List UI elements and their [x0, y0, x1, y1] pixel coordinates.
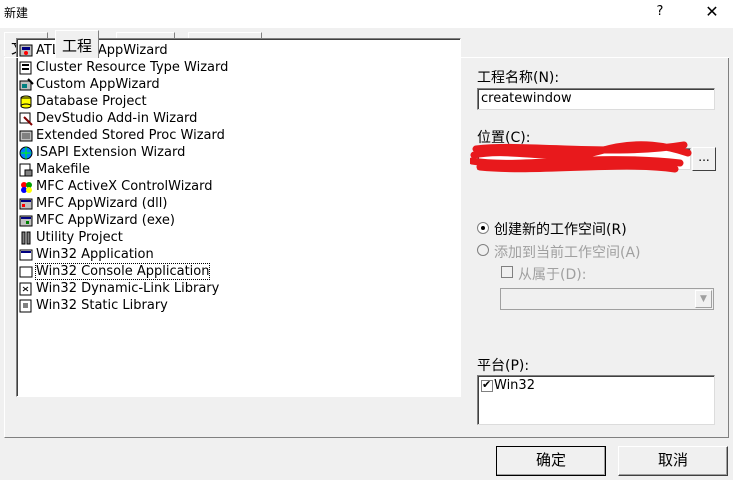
project-label: Database Project — [36, 94, 147, 109]
list-item[interactable]: Makefile — [17, 161, 460, 178]
help-button[interactable]: ? — [650, 2, 670, 22]
dependency-label: 从属于(D): — [518, 267, 587, 283]
platform-label: 平台(P): — [477, 358, 530, 374]
project-type-list[interactable]: ATL COM AppWizard Cluster Resource Type … — [16, 38, 461, 397]
project-label: Win32 Application — [36, 247, 154, 262]
cancel-button[interactable]: 取消 — [618, 446, 728, 476]
list-item[interactable]: ISAPI Extension Wizard — [17, 144, 460, 161]
isapi-icon — [19, 146, 34, 160]
cluster-icon — [19, 61, 34, 75]
project-label: MFC AppWizard (dll) — [36, 196, 168, 211]
win32-app-icon — [19, 248, 34, 262]
console-icon — [19, 265, 34, 279]
browse-location-button[interactable]: ... — [692, 147, 716, 171]
database-icon — [19, 95, 34, 109]
project-label: ISAPI Extension Wizard — [36, 145, 186, 160]
project-label: Makefile — [36, 162, 91, 177]
close-button[interactable]: ✕ — [700, 2, 724, 22]
project-label: Cluster Resource Type Wizard — [36, 60, 229, 75]
dependency-combo[interactable]: ▼ — [500, 288, 714, 310]
redaction-scribble — [470, 141, 692, 173]
list-item[interactable]: Cluster Resource Type Wizard — [17, 59, 460, 76]
list-item[interactable]: Extended Stored Proc Wizard — [17, 127, 460, 144]
tab-divider — [4, 57, 729, 58]
project-label: MFC AppWizard (exe) — [36, 213, 175, 228]
project-name-label: 工程名称(N): — [477, 70, 560, 86]
addin-icon — [19, 112, 34, 126]
create-new-workspace-radio[interactable] — [477, 222, 489, 234]
stored-proc-icon — [19, 129, 34, 143]
project-label: DevStudio Add-in Wizard — [36, 111, 198, 126]
platform-item-label: Win32 — [494, 378, 535, 393]
list-item[interactable]: MFC ActiveX ControlWizard — [17, 178, 460, 195]
project-label: Win32 Console Application — [34, 263, 211, 280]
atl-icon — [19, 44, 34, 58]
list-item[interactable]: MFC AppWizard (exe) — [17, 212, 460, 229]
list-item[interactable]: Utility Project — [17, 229, 460, 246]
list-item[interactable]: Win32 Application — [17, 246, 460, 263]
project-label: Win32 Static Library — [36, 298, 168, 313]
list-item[interactable]: Win32 Dynamic-Link Library — [17, 280, 460, 297]
project-label: Win32 Dynamic-Link Library — [36, 281, 220, 296]
project-label: MFC ActiveX ControlWizard — [36, 179, 213, 194]
tab-projects[interactable]: 工程 — [55, 30, 100, 58]
create-new-workspace-label: 创建新的工作空间(R) — [494, 222, 627, 238]
list-item[interactable]: Win32 Console Application — [17, 263, 460, 280]
platform-list[interactable]: Win32 — [477, 375, 715, 425]
utility-icon — [19, 231, 34, 245]
list-item[interactable]: Database Project — [17, 93, 460, 110]
project-label: Utility Project — [36, 230, 123, 245]
ok-button[interactable]: 确定 — [496, 446, 606, 476]
project-label: Custom AppWizard — [36, 77, 160, 92]
list-item[interactable]: MFC AppWizard (dll) — [17, 195, 460, 212]
makefile-icon — [19, 163, 34, 177]
static-lib-icon — [19, 299, 34, 313]
list-item[interactable]: Win32 Static Library — [17, 297, 460, 314]
wizard-icon — [19, 77, 34, 92]
window-title: 新建 — [4, 6, 29, 20]
dependency-checkbox[interactable] — [501, 266, 513, 278]
list-item[interactable]: Custom AppWizard — [17, 76, 460, 93]
add-to-workspace-label: 添加到当前工作空间(A) — [494, 245, 641, 261]
platform-checkbox[interactable] — [481, 378, 493, 392]
chevron-down-icon[interactable]: ▼ — [695, 290, 712, 308]
dll-icon — [19, 282, 34, 296]
project-name-input[interactable]: createwindow — [477, 88, 715, 110]
mfc-dll-icon — [19, 197, 34, 211]
list-item[interactable]: DevStudio Add-in Wizard — [17, 110, 460, 127]
list-item[interactable]: Win32 — [481, 378, 535, 393]
mfc-exe-icon — [19, 214, 34, 228]
activex-icon — [19, 180, 34, 194]
project-label: Extended Stored Proc Wizard — [36, 128, 225, 143]
add-to-workspace-radio[interactable] — [477, 244, 489, 256]
title-bar: 新建 ? ✕ — [0, 0, 733, 28]
